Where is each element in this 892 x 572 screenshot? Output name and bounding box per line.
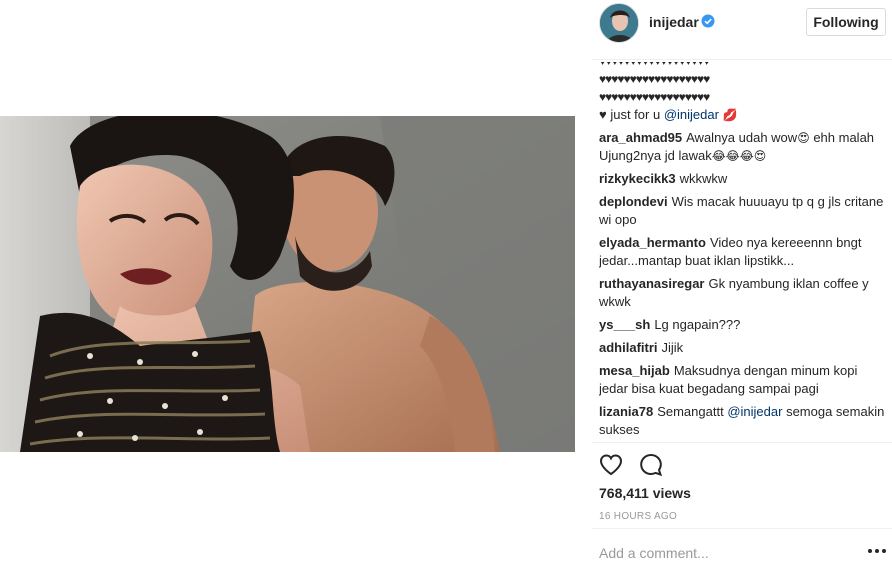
caption-hearts-line: ♥♥♥♥♥♥♥♥♥♥♥♥♥♥♥♥♥♥ [599, 72, 710, 86]
post-side-panel: inijedar Following ♥♥♥♥♥♥♥♥♥♥♥♥♥♥♥♥♥♥ ♥♥… [592, 0, 892, 572]
list-item: ruthayanasiregar Gk nyambung iklan coffee… [599, 275, 885, 311]
comment-username[interactable]: adhilafitri [599, 340, 658, 355]
comment-text: Jijik [661, 340, 684, 355]
caption-last-line: ♥ just for u @inijedar 💋 [599, 106, 885, 124]
list-item: rizkykecikk3 wkkwkw [599, 170, 885, 188]
heart-icon: ♥ [599, 107, 607, 122]
comment-username[interactable]: lizania78 [599, 404, 653, 419]
comments-list: ♥♥♥♥♥♥♥♥♥♥♥♥♥♥♥♥♥♥ ♥♥♥♥♥♥♥♥♥♥♥♥♥♥♥♥♥♥ ♥♥… [599, 62, 885, 442]
comment-text: Awalnya udah wow [686, 130, 798, 145]
list-item: lizania78 Semangattt @inijedar semoga sem… [599, 403, 885, 439]
caption-text: just for u [610, 107, 661, 122]
caption-hearts-line: ♥♥♥♥♥♥♥♥♥♥♥♥♥♥♥♥♥♥ [599, 90, 710, 104]
comment-emoji: 😍 [797, 131, 810, 145]
comment-text: Lg ngapain??? [654, 317, 741, 332]
list-item: elyada_hermanto Video nya kereeennn bngt … [599, 234, 885, 270]
list-item: ara_ahmad95 Awalnya udah wow😍 ehh malah U… [599, 129, 885, 165]
add-comment-input[interactable] [599, 543, 839, 563]
verified-badge-icon [701, 14, 715, 28]
comment-username[interactable]: ys___sh [599, 317, 650, 332]
media-area [0, 0, 592, 572]
comment-username[interactable]: deplondevi [599, 194, 668, 209]
comment-mention-link[interactable]: @inijedar [727, 404, 782, 419]
avatar-image [600, 4, 638, 42]
post-timestamp[interactable]: 16 HOURS AGO [599, 511, 677, 522]
video-frame [0, 116, 575, 452]
list-item: mesa_hijab Maksudnya dengan minum kopi je… [599, 362, 885, 398]
comment-username[interactable]: elyada_hermanto [599, 235, 706, 250]
heart-icon[interactable] [598, 452, 624, 478]
list-item: ys___sh Lg ngapain??? [599, 316, 885, 334]
comment-composer [592, 528, 892, 572]
comment-username[interactable]: rizkykecikk3 [599, 171, 676, 186]
more-options-icon[interactable] [866, 547, 888, 555]
following-button[interactable]: Following [806, 8, 886, 36]
lips-emoji: 💋 [722, 108, 738, 122]
post-video[interactable] [0, 116, 575, 452]
caption-mention-link[interactable]: @inijedar [664, 107, 719, 122]
caption-cut-line: ♥♥♥♥♥♥♥♥♥♥♥♥♥♥♥♥♥♥ [599, 62, 885, 70]
post-actions: 768,411 views 16 HOURS AGO [592, 442, 892, 528]
comment-text: wkkwkw [679, 171, 728, 186]
instagram-post-page: inijedar Following ♥♥♥♥♥♥♥♥♥♥♥♥♥♥♥♥♥♥ ♥♥… [0, 0, 892, 572]
comment-username[interactable]: ara_ahmad95 [599, 130, 682, 145]
comment-emoji: 😂😂😂😍 [711, 149, 767, 163]
comment-text: Semangattt [657, 404, 724, 419]
comment-username[interactable]: mesa_hijab [599, 363, 670, 378]
username[interactable]: inijedar [649, 14, 699, 30]
post-header: inijedar Following [592, 0, 892, 60]
comment-username[interactable]: ruthayanasiregar [599, 276, 705, 291]
comment-icon[interactable] [638, 452, 664, 478]
avatar[interactable] [599, 3, 639, 43]
view-count: 768,411 views [599, 485, 691, 501]
list-item: adhilafitri Jijik [599, 339, 885, 357]
list-item: deplondevi Wis macak huuuayu tp q g jls c… [599, 193, 885, 229]
